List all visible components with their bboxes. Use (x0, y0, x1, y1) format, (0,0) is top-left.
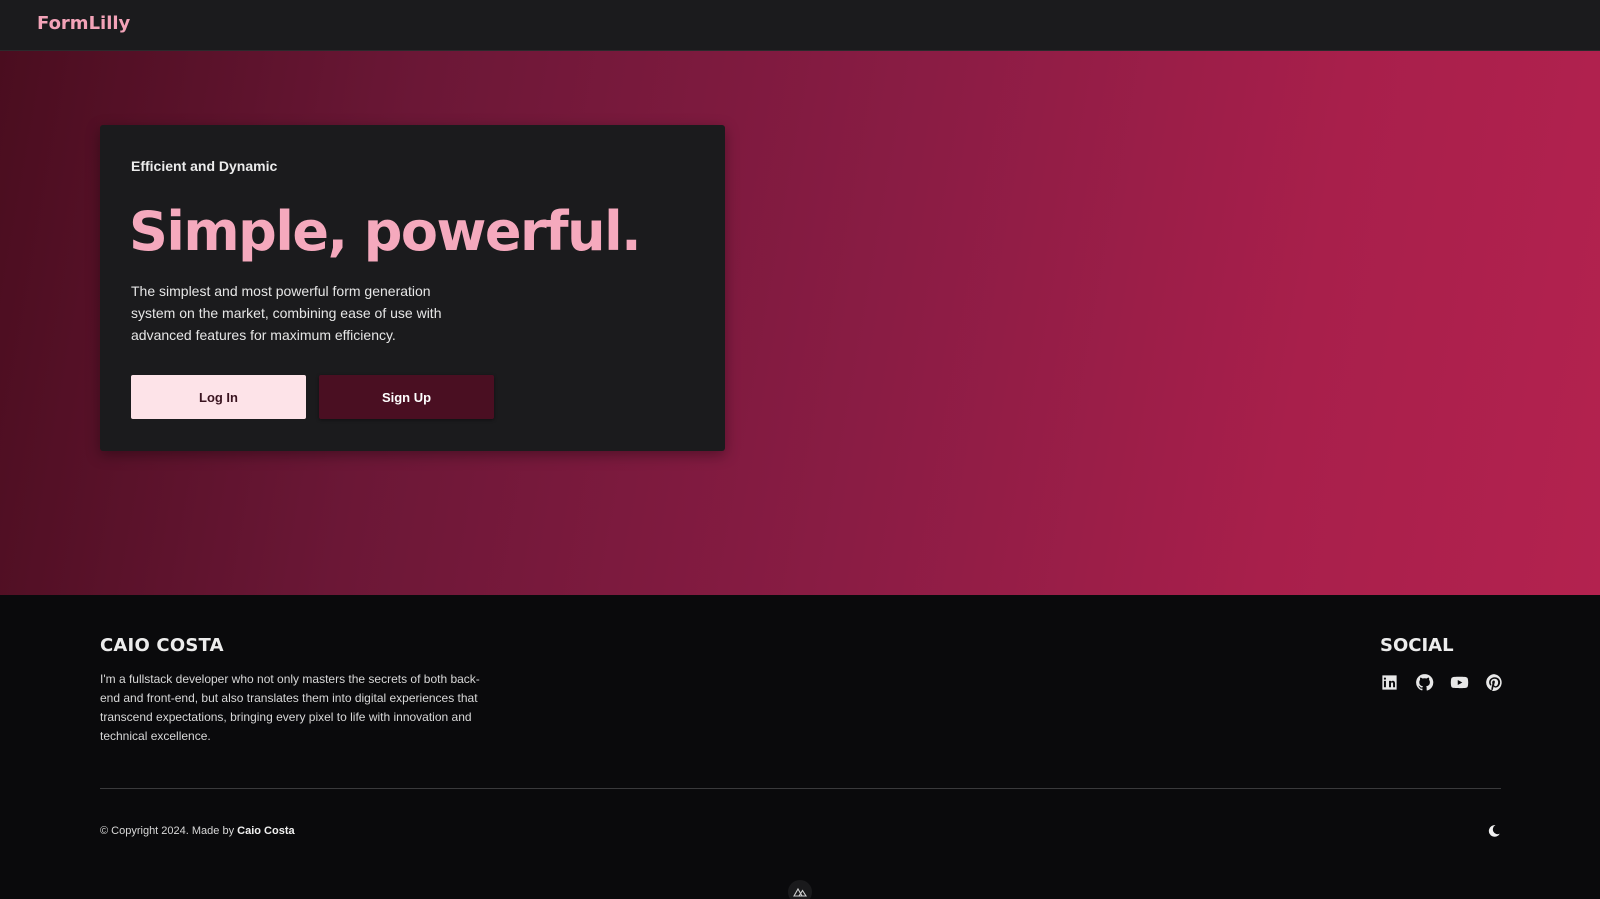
footer: CAIO COSTA I'm a fullstack developer who… (0, 595, 1600, 899)
footer-author-bio: I'm a fullstack developer who not only m… (100, 672, 480, 743)
hero-description: The simplest and most powerful form gene… (131, 283, 442, 343)
copyright-prefix: © Copyright 2024. Made by (100, 825, 235, 837)
devtools-icon[interactable] (788, 880, 812, 899)
footer-divider (100, 788, 1501, 789)
moon-icon (1488, 825, 1500, 837)
github-icon[interactable] (1414, 672, 1434, 692)
brand-logo[interactable]: FormLilly (37, 13, 130, 34)
pinterest-icon[interactable] (1484, 672, 1504, 692)
signup-button[interactable]: Sign Up (319, 375, 494, 419)
youtube-icon[interactable] (1449, 672, 1469, 692)
copyright: © Copyright 2024. Made by Caio Costa (100, 825, 295, 837)
social-links (1379, 672, 1504, 692)
hero-eyebrow: Efficient and Dynamic (131, 158, 278, 174)
theme-toggle[interactable] (1486, 823, 1502, 839)
footer-social-title: SOCIAL (1380, 635, 1454, 656)
hero-card: Efficient and Dynamic Simple, powerful. … (100, 125, 725, 451)
linkedin-icon[interactable] (1379, 672, 1399, 692)
footer-author-name: CAIO COSTA (100, 635, 224, 656)
navbar: FormLilly (0, 0, 1600, 51)
login-button[interactable]: Log In (131, 375, 306, 419)
copyright-author-link[interactable]: Caio Costa (237, 825, 294, 837)
hero-section: Efficient and Dynamic Simple, powerful. … (0, 51, 1600, 595)
hero-headline: Simple, powerful. (129, 200, 642, 263)
